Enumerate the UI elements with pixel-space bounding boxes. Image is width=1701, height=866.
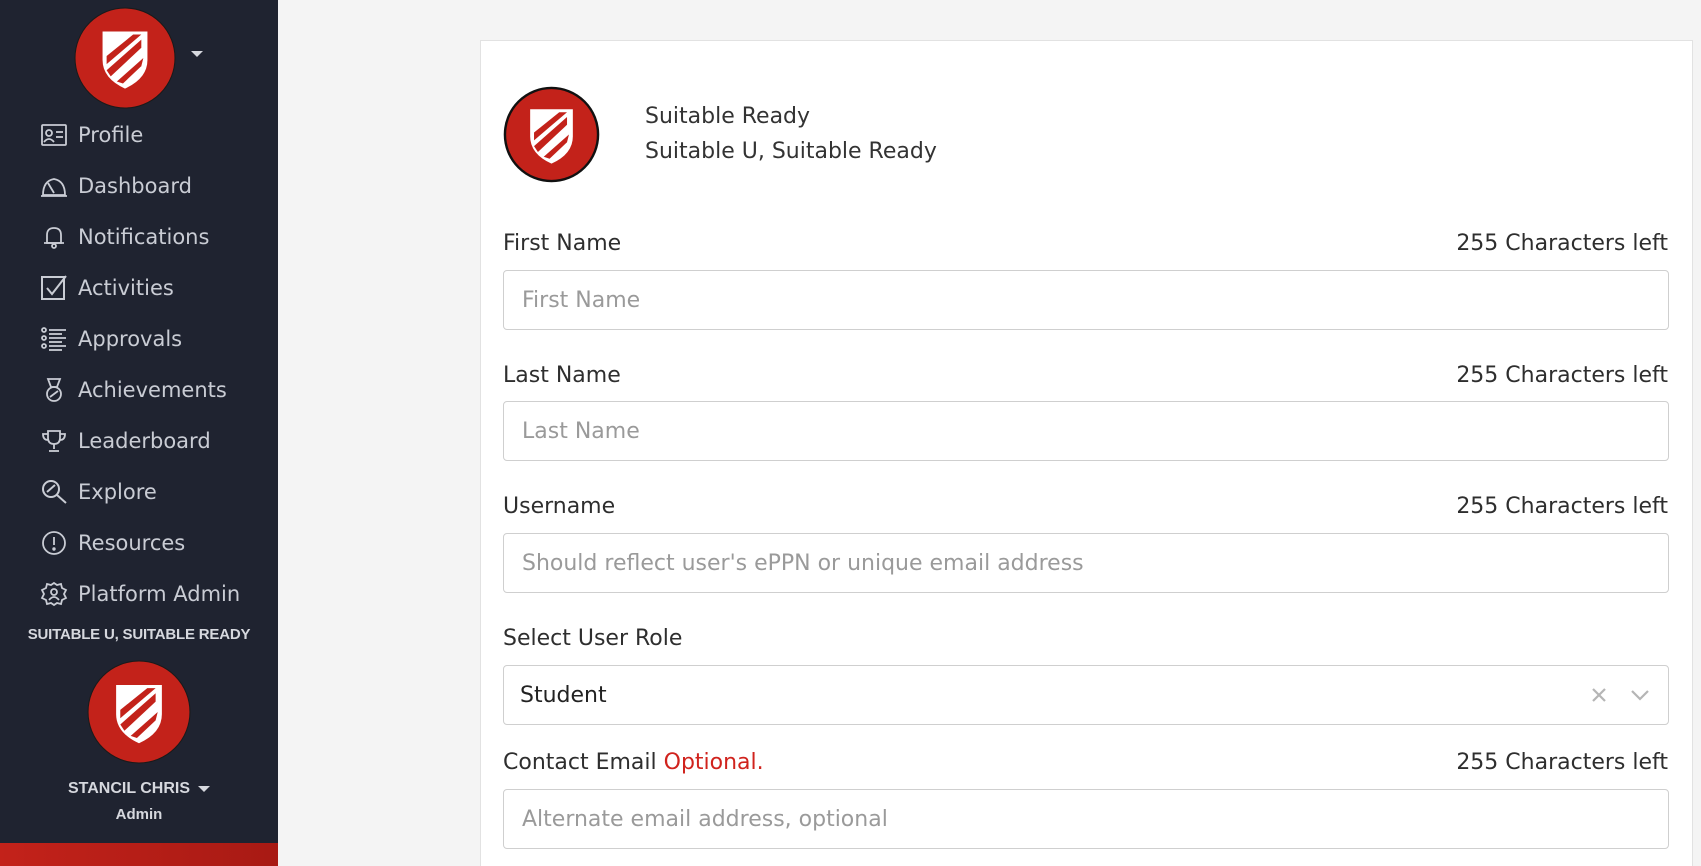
first-name-input[interactable] bbox=[503, 270, 1669, 330]
user-role: Admin bbox=[115, 806, 163, 823]
gear-person-icon bbox=[38, 578, 70, 610]
username-counter: 255 Characters left bbox=[1456, 494, 1668, 519]
org-avatar bbox=[503, 86, 600, 183]
dashboard-gauge-icon bbox=[38, 170, 70, 202]
contact-email-label: Contact Email Optional. bbox=[503, 750, 764, 775]
user-name: STANCIL CHRIS bbox=[67, 780, 191, 797]
username-input[interactable] bbox=[503, 533, 1669, 593]
sidebar-item-label: Dashboard bbox=[78, 174, 192, 198]
sidebar-footer-bar bbox=[0, 843, 278, 866]
sidebar-item-explore[interactable]: Explore bbox=[38, 472, 157, 512]
profile-card-icon bbox=[38, 119, 70, 151]
medal-icon bbox=[38, 374, 70, 406]
first-name-counter: 255 Characters left bbox=[1456, 231, 1668, 256]
org-subtitle: Suitable U, Suitable Ready bbox=[645, 139, 937, 164]
user-role-label: Select User Role bbox=[503, 626, 683, 651]
sidebar-item-label: Leaderboard bbox=[78, 429, 211, 453]
sidebar-item-platform-admin[interactable]: Platform Admin bbox=[38, 574, 240, 614]
magnifier-icon bbox=[38, 476, 70, 508]
checklist-icon bbox=[38, 323, 70, 355]
checkbox-icon bbox=[38, 272, 70, 304]
sidebar-item-dashboard[interactable]: Dashboard bbox=[38, 166, 192, 206]
clear-icon[interactable] bbox=[1584, 680, 1614, 710]
org-logo-bottom bbox=[87, 660, 191, 764]
sidebar-item-resources[interactable]: Resources bbox=[38, 523, 185, 563]
org-title: Suitable Ready bbox=[645, 104, 811, 129]
contact-email-label-text: Contact Email bbox=[503, 750, 657, 775]
user-role-value: Student bbox=[520, 682, 607, 708]
org-logo-top[interactable] bbox=[74, 7, 176, 109]
bell-icon bbox=[38, 221, 70, 253]
sidebar-item-leaderboard[interactable]: Leaderboard bbox=[38, 421, 211, 461]
sidebar-org-label: SUITABLE U, SUITABLE READY bbox=[27, 626, 251, 643]
user-menu-caret-icon bbox=[198, 785, 211, 792]
sidebar-item-label: Resources bbox=[78, 531, 186, 555]
sidebar-item-achievements[interactable]: Achievements bbox=[38, 370, 227, 410]
user-menu[interactable]: STANCIL CHRIS bbox=[0, 780, 278, 798]
first-name-label: First Name bbox=[503, 231, 622, 256]
last-name-input[interactable] bbox=[503, 401, 1669, 461]
sidebar-item-profile[interactable]: Profile bbox=[38, 115, 143, 155]
sidebar-item-label: Platform Admin bbox=[78, 582, 241, 606]
username-label: Username bbox=[503, 494, 616, 519]
optional-tag: Optional. bbox=[663, 750, 764, 775]
user-role-select[interactable]: Student bbox=[503, 665, 1669, 725]
contact-email-counter: 255 Characters left bbox=[1456, 750, 1668, 775]
trophy-icon bbox=[38, 425, 70, 457]
sidebar-item-label: Notifications bbox=[78, 225, 210, 249]
info-circle-icon bbox=[38, 527, 70, 559]
sidebar-item-label: Approvals bbox=[78, 327, 183, 351]
last-name-label: Last Name bbox=[503, 363, 621, 388]
sidebar-item-activities[interactable]: Activities bbox=[38, 268, 174, 308]
chevron-down-icon[interactable] bbox=[1622, 680, 1658, 710]
sidebar-item-label: Activities bbox=[78, 276, 174, 300]
sidebar-item-notifications[interactable]: Notifications bbox=[38, 217, 209, 257]
last-name-counter: 255 Characters left bbox=[1456, 363, 1668, 388]
sidebar-item-approvals[interactable]: Approvals bbox=[38, 319, 182, 359]
org-switcher-caret[interactable] bbox=[191, 51, 203, 57]
sidebar: Profile Dashboard Notifications Activiti… bbox=[0, 0, 278, 866]
sidebar-item-label: Profile bbox=[78, 123, 144, 147]
sidebar-item-label: Explore bbox=[78, 480, 157, 504]
sidebar-item-label: Achievements bbox=[78, 378, 227, 402]
contact-email-input[interactable] bbox=[503, 789, 1669, 849]
